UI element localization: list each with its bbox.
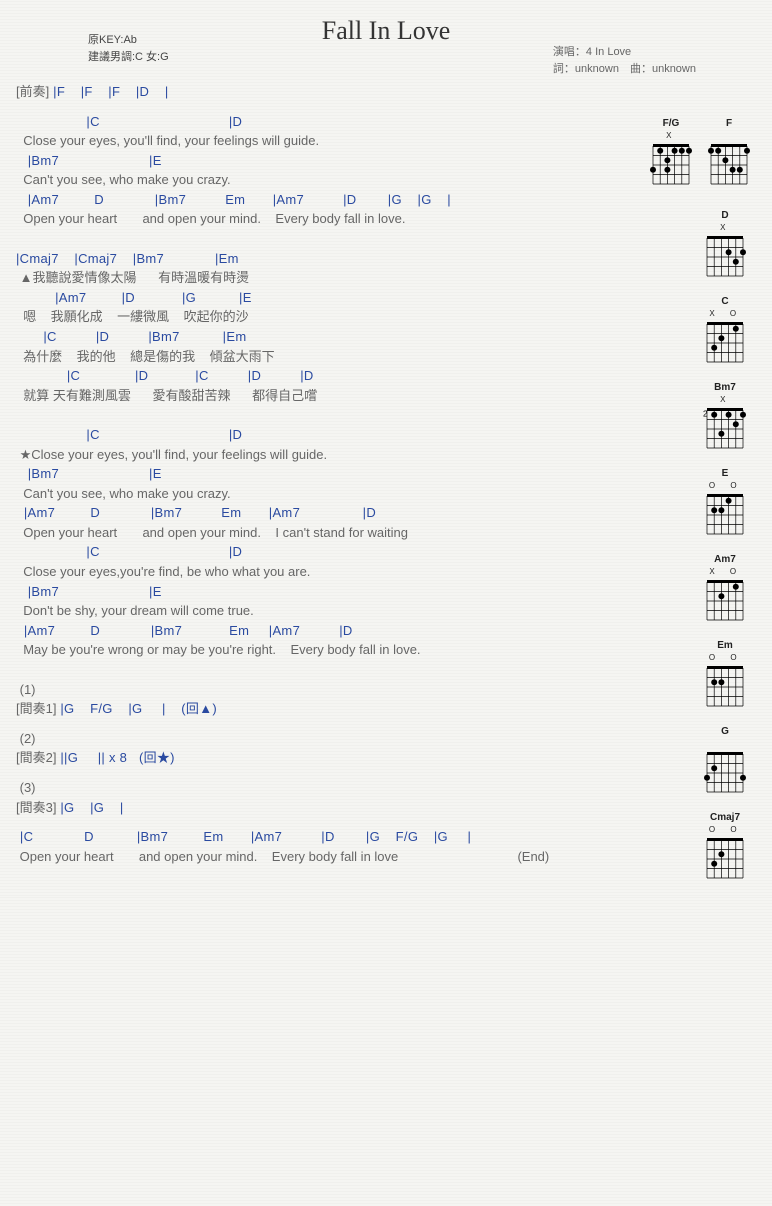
lyric-line: ▲我聽說愛情像太陽 有時溫暖有時燙 [16,268,636,288]
lyric-line: Open your heart and open your mind. Ever… [16,209,636,229]
svg-text:2: 2 [703,410,708,419]
lyric-line: 嗯 我願化成 一縷微風 吹起你的沙 [16,307,636,327]
repeat-marker: (3) [16,778,636,798]
interlude1-label: [間奏1] [16,701,56,716]
suggested-key: 建議男調:C 女:G [88,49,169,66]
composer: 詞：unknown 曲：unknown [553,61,696,78]
intro-chords: |F |F |F |D | [49,84,168,99]
chord-line: |C D |Bm7 Em |Am7 |D |G F/G |G | [16,827,636,847]
meta-right: 演唱：4 In Love 詞：unknown 曲：unknown [553,44,696,77]
chord-diagram-F-G: F/GX [644,118,698,190]
chord-diagram-D: DX [698,210,752,282]
original-key: 原KEY:Ab [88,32,169,49]
singer: 演唱：4 In Love [553,44,696,61]
lyric-line: Open your heart and open your mind. Ever… [16,847,636,867]
chord-diagram-Am7: Am7X O O O [698,554,752,626]
lyric-line: Can't you see, who make you crazy. [16,484,636,504]
lyric-line: Can't you see, who make you crazy. [16,170,636,190]
chord-diagram-F: F [702,118,756,190]
chord-diagrams: F/GXF DX CX O O Bm7X2 EO O O Am7X O O O EmO O… [642,112,762,898]
chord-line: |C |D [16,112,636,132]
repeat-marker: (2) [16,729,636,749]
chord-diagram-C: CX O O [698,296,752,368]
sheet-body: [前奏] |F |F |F |D | |C |D Close your eyes… [16,82,636,866]
interlude2-label: [間奏2] [16,750,56,765]
chord-diagram-G: G [698,726,752,798]
repeat-marker: (1) [16,680,636,700]
interlude1-chords: |G F/G |G | (回▲) [56,701,217,716]
meta-left: 原KEY:Ab 建議男調:C 女:G [88,32,169,65]
chord-line: |Cmaj7 |Cmaj7 |Bm7 |Em [16,249,636,269]
chord-line: |Am7 |D |G |E [16,288,636,308]
intro-label: [前奏] [16,84,49,99]
lyric-line: Open your heart and open your mind. I ca… [16,523,636,543]
lyric-line: ★Close your eyes, you'll find, your feel… [16,445,636,465]
lyric-line: Close your eyes, you'll find, your feeli… [16,131,636,151]
chord-line: |Bm7 |E [16,582,636,602]
chord-line: |Am7 D |Bm7 Em |Am7 |D |G |G | [16,190,636,210]
chord-diagram-Em: EmO O O O [698,640,752,712]
lyric-line: Close your eyes,you're find, be who what… [16,562,636,582]
chord-line: |C |D [16,542,636,562]
chord-line: |Am7 D |Bm7 Em |Am7 |D [16,503,636,523]
interlude3-label: [間奏3] [16,800,56,815]
lyric-line: 就算 天有難測風雲 愛有酸甜苦辣 都得自己嚐 [16,386,636,406]
chord-diagram-Cmaj7: Cmaj7 O O [698,812,752,884]
chord-diagram-E: EO O O [698,468,752,540]
lyric-line: 為什麼 我的他 總是傷的我 傾盆大雨下 [16,347,636,367]
interlude3-chords: |G |G | [56,800,123,815]
chord-line: |C |D [16,425,636,445]
chord-line: |C |D |C |D |D [16,366,636,386]
chord-line: |Bm7 |E [16,464,636,484]
chord-line: |Am7 D |Bm7 Em |Am7 |D [16,621,636,641]
lyric-line: Don't be shy, your dream will come true. [16,601,636,621]
interlude2-chords: ||G || x 8 (回★) [56,750,174,765]
chord-line: |Bm7 |E [16,151,636,171]
chord-line: |C |D |Bm7 |Em [16,327,636,347]
lyric-line: May be you're wrong or may be you're rig… [16,640,636,660]
chord-diagram-Bm7: Bm7X2 [698,382,752,454]
